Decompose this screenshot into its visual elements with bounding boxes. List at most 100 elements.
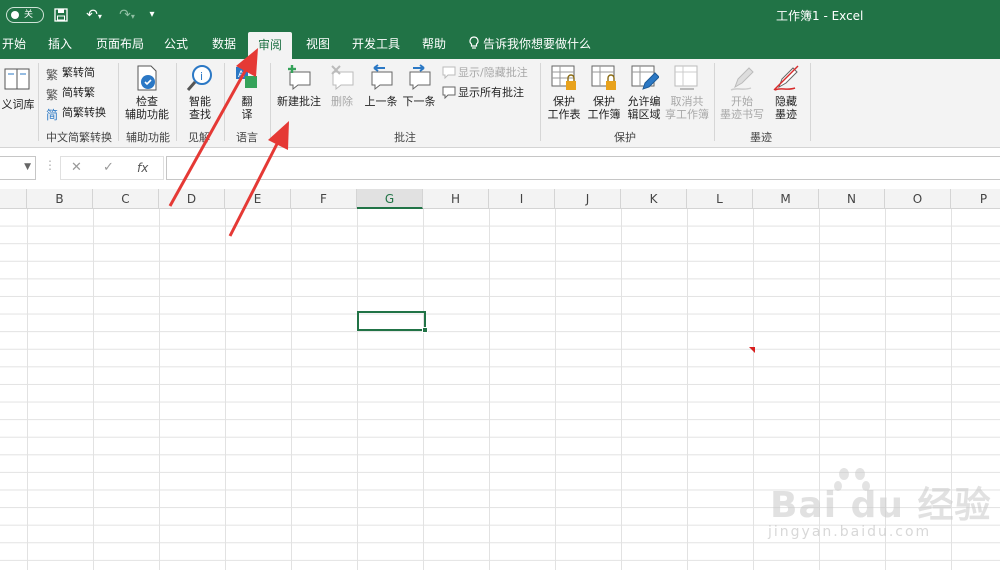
group-separator — [714, 63, 715, 141]
delete-comment-button[interactable]: 删除 — [326, 63, 358, 108]
column-header-f[interactable]: F — [291, 189, 357, 209]
trad-simp-icon: 繁 — [46, 68, 59, 82]
smart-lookup-button[interactable]: i 智能 查找 — [180, 63, 220, 121]
insert-function-icon[interactable]: fx — [137, 161, 148, 175]
translate-button[interactable]: A 翻 译 — [228, 63, 266, 121]
simplified-to-traditional-button[interactable]: 繁简转繁 — [46, 85, 95, 102]
show-all-comments-button[interactable]: 显示所有批注 — [442, 85, 524, 101]
smart-lookup-icon: i — [186, 65, 212, 91]
column-header-g[interactable]: G — [357, 189, 423, 209]
resize-handle-icon[interactable]: ⋮ — [44, 158, 56, 172]
new-comment-button[interactable]: 新建批注 — [274, 63, 324, 108]
group-label-accessibility: 辅助功能 — [126, 131, 170, 144]
show-all-comments-icon — [442, 86, 456, 99]
accessibility-icon — [137, 65, 157, 91]
allow-edit-ranges-button[interactable]: 允许编 辑区域 — [624, 63, 664, 121]
tab-home[interactable]: 开始 — [2, 30, 26, 59]
column-header-p[interactable]: P — [951, 189, 1000, 209]
title-bar: 关 ↶▾ ↷▾ ▾ 工作簿1 - Excel — [0, 0, 1000, 30]
group-label-chinese: 中文简繁转换 — [46, 131, 112, 144]
document-title: 工作簿1 - Excel — [776, 9, 864, 23]
group-label-protect: 保护 — [614, 131, 636, 144]
save-icon[interactable] — [52, 6, 70, 24]
protect-workbook-icon — [591, 65, 616, 90]
tab-formulas[interactable]: 公式 — [164, 30, 188, 59]
chinese-convert-button[interactable]: 简简繁转换 — [46, 105, 106, 122]
active-cell[interactable] — [357, 311, 428, 333]
tell-me-box[interactable]: 告诉我你想要做什么 — [468, 30, 591, 59]
column-header-i[interactable]: I — [489, 189, 555, 209]
column-header-e[interactable]: E — [225, 189, 291, 209]
tab-page-layout[interactable]: 页面布局 — [96, 30, 144, 59]
tab-developer[interactable]: 开发工具 — [352, 30, 400, 59]
column-header-m[interactable]: M — [753, 189, 819, 209]
group-separator — [540, 63, 541, 141]
previous-comment-button[interactable]: 上一条 — [362, 63, 400, 108]
hide-ink-button[interactable]: 隐藏 墨迹 — [768, 63, 804, 121]
svg-text:A: A — [238, 70, 245, 80]
simp-trad-icon: 繁 — [46, 88, 59, 102]
group-separator — [270, 63, 271, 141]
watermark-url: jingyan.baidu.com — [768, 524, 932, 540]
customize-toolbar-icon[interactable]: ▾ — [146, 6, 158, 24]
convert-icon: 简 — [46, 108, 59, 122]
column-header-h[interactable]: H — [423, 189, 489, 209]
translate-icon: A — [236, 67, 257, 88]
lightbulb-icon — [469, 36, 479, 49]
formula-buttons: ✕ ✓ fx — [60, 156, 164, 180]
group-label-comments: 批注 — [394, 131, 416, 144]
previous-comment-icon — [371, 64, 393, 91]
tab-help[interactable]: 帮助 — [422, 30, 446, 59]
autosave-label: 关 — [24, 10, 34, 20]
allow-edit-icon — [631, 65, 659, 90]
tab-view[interactable]: 视图 — [306, 30, 330, 59]
new-comment-icon — [288, 65, 311, 91]
column-header-b[interactable]: B — [27, 189, 93, 209]
column-headers: BCDEFGHIJKLMNOP — [0, 189, 1000, 209]
chevron-down-icon[interactable]: ▼ — [24, 162, 31, 172]
column-header-l[interactable]: L — [687, 189, 753, 209]
ribbon-tabs: 开始 插入 页面布局 公式 数据 审阅 视图 开发工具 帮助 告诉我你想要做什么 — [0, 30, 1000, 59]
group-separator — [224, 63, 225, 141]
column-header-o[interactable]: O — [885, 189, 951, 209]
start-inking-icon — [730, 67, 754, 91]
toggle-knob — [11, 11, 19, 19]
redo-icon[interactable]: ↷▾ — [114, 6, 140, 24]
cancel-icon[interactable]: ✕ — [71, 160, 82, 175]
column-header-k[interactable]: K — [621, 189, 687, 209]
undo-icon[interactable]: ↶▾ — [80, 6, 108, 24]
unshare-workbook-button[interactable]: 取消共 享工作簿 — [664, 63, 710, 121]
fill-handle[interactable] — [422, 327, 428, 333]
thesaurus-button[interactable]: 义词库 — [0, 63, 36, 111]
tab-insert[interactable]: 插入 — [48, 30, 72, 59]
protect-workbook-button[interactable]: 保护 工作簿 — [584, 63, 624, 121]
protect-sheet-button[interactable]: 保护 工作表 — [544, 63, 584, 121]
column-header-n[interactable]: N — [819, 189, 885, 209]
enter-icon[interactable]: ✓ — [103, 160, 114, 175]
column-header-c[interactable]: C — [93, 189, 159, 209]
name-box[interactable]: ▼ — [0, 156, 36, 180]
next-comment-button[interactable]: 下一条 — [400, 63, 438, 108]
column-header-j[interactable]: J — [555, 189, 621, 209]
comment-indicator — [749, 347, 755, 353]
group-separator — [176, 63, 177, 141]
group-separator — [810, 63, 811, 141]
protect-sheet-icon — [551, 65, 576, 90]
traditional-to-simplified-button[interactable]: 繁繁转简 — [46, 65, 95, 82]
column-header-d[interactable]: D — [159, 189, 225, 209]
group-separator — [118, 63, 119, 141]
autosave-toggle[interactable]: 关 — [6, 7, 44, 23]
svg-text:i: i — [200, 70, 203, 83]
tab-data[interactable]: 数据 — [212, 30, 236, 59]
thesaurus-label: 义词库 — [1, 98, 35, 111]
delete-comment-icon — [331, 65, 354, 91]
formula-input[interactable] — [166, 156, 1000, 180]
ribbon-review: 义词库 繁繁转简 繁简转繁 简简繁转换 中文简繁转换 检查 辅助功能 辅助功能 … — [0, 59, 1000, 148]
formula-bar: ▼ ⋮ ✕ ✓ fx — [0, 149, 1000, 189]
group-label-insights: 见解 — [188, 131, 210, 144]
check-accessibility-button[interactable]: 检查 辅助功能 — [122, 63, 172, 121]
tab-review[interactable]: 审阅 — [248, 32, 293, 59]
start-inking-button[interactable]: 开始 墨迹书写 — [716, 63, 768, 121]
select-all-corner[interactable] — [0, 189, 27, 209]
show-hide-comment-button[interactable]: 显示/隐藏批注 — [442, 65, 528, 81]
